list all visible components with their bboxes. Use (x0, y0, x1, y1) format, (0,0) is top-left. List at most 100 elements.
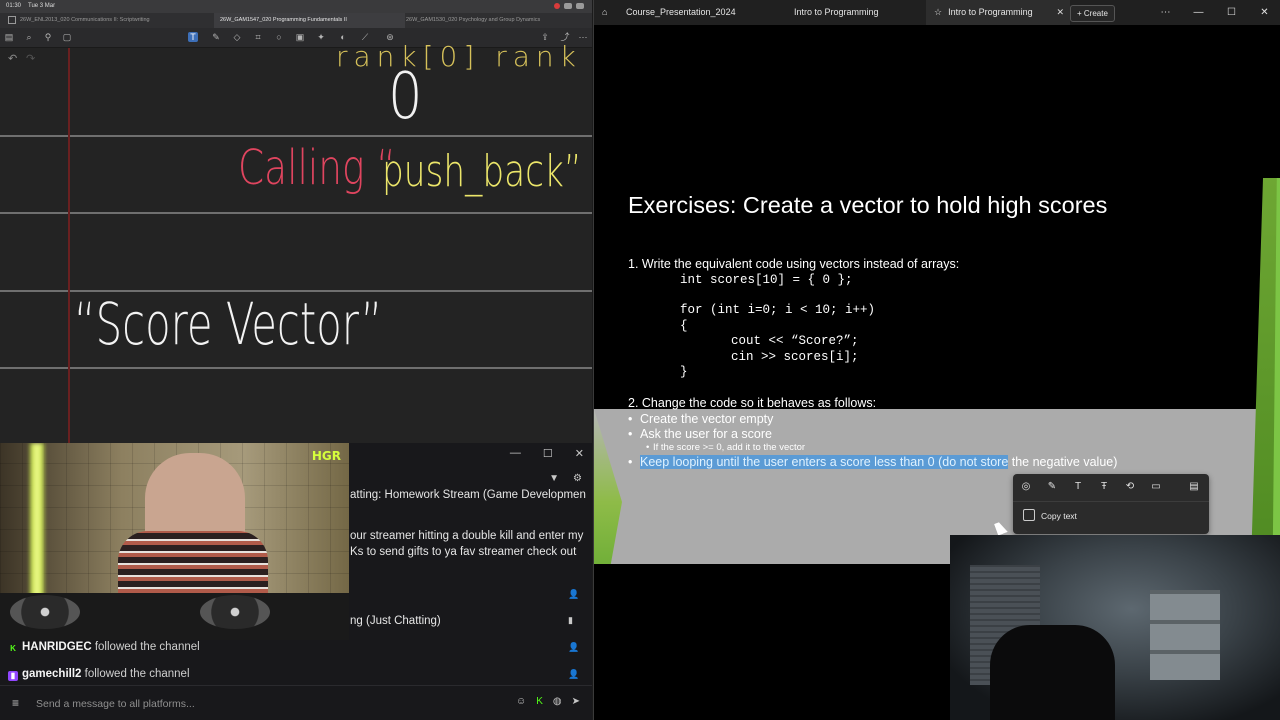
tab-scriptwriting[interactable]: 26W_ENL2013_020 Communications II: Scrip… (8, 13, 208, 28)
bullet-item: • Create the vector empty (628, 412, 774, 426)
maximize-icon[interactable]: ☐ (1215, 0, 1248, 25)
home-icon[interactable]: ⌂ (602, 0, 607, 25)
bookmark-icon[interactable]: ⚲ (43, 32, 53, 42)
user-follow-icon[interactable]: 👤 (568, 670, 579, 679)
status-time: 01:30 (6, 3, 22, 9)
context-toolbar: ◎ ✎ T Ŧ ⟲ ▭ ▤ (1013, 474, 1209, 498)
notes-tab-bar: 26W_ENL2013_020 Communications II: Scrip… (0, 13, 592, 28)
tab-psychology[interactable]: 26W_GAM1530_020 Psychology and Group Dyn… (406, 13, 588, 28)
strikethrough-icon[interactable]: Ŧ (1091, 481, 1117, 492)
translate-icon[interactable]: ⟲ (1117, 481, 1143, 492)
exercise-1: 1. Write the equivalent code using vecto… (628, 257, 960, 271)
shape-icon[interactable]: ○ (274, 32, 284, 42)
tab-course-presentation[interactable]: ⌂ Course_Presentation_2024 (602, 0, 756, 25)
webcam-room-feed (950, 535, 1280, 720)
turntable (200, 595, 270, 629)
office-chair (990, 625, 1115, 720)
follow-event: K HANRIDGEC followed the channel (8, 641, 200, 654)
ruled-line (0, 367, 592, 369)
code-line: for (int i=0; i < 10; i++) (680, 303, 876, 317)
undo-icon[interactable]: ↶ (8, 52, 17, 65)
eraser-icon[interactable]: ◇ (232, 32, 242, 42)
pen-icon[interactable]: ✎ (211, 32, 221, 42)
filter-icon[interactable]: ▼ (549, 473, 559, 484)
close-tab-icon[interactable]: ✕ (1056, 0, 1064, 25)
chat-toolbar: ▼ ⚙ (549, 473, 582, 484)
create-button[interactable]: + Create (1070, 5, 1115, 22)
notes-icon[interactable]: ▤ (1181, 481, 1207, 492)
chat-send-tools: ☺ K ◍ ➤ (516, 696, 580, 707)
chat-input-row: ≡ ☺ K ◍ ➤ (0, 685, 592, 720)
slide-title: Exercises: Create a vector to hold high … (628, 192, 1108, 218)
pages-icon[interactable]: ▢ (62, 32, 72, 42)
text-tool-icon[interactable]: T (188, 32, 198, 42)
minimize-icon[interactable]: — (1182, 0, 1215, 25)
chat-message-input[interactable] (36, 696, 496, 712)
star-icon[interactable]: ☆ (934, 0, 942, 25)
chat-message: our streamer hitting a double kill and e… (350, 530, 584, 542)
search-icon[interactable]: ⌕ (24, 32, 34, 42)
selected-text[interactable]: Keep looping until the user enters a sco… (640, 455, 1009, 469)
channel-logo: HGR (311, 449, 341, 463)
tab-programming-fundamentals[interactable]: 26W_GAM1547_020 Programming Fundamentals… (214, 13, 405, 28)
ruled-line (0, 135, 592, 137)
notes-app-pane: 01:30 Tue 3 Mar 26W_ENL2013_020 Communic… (0, 0, 592, 720)
minimize-icon[interactable]: — (510, 447, 521, 460)
status-date: Tue 3 Mar (28, 3, 56, 9)
handwriting-top: rank[0] rank (336, 40, 582, 73)
slide-canvas[interactable]: Exercises: Create a vector to hold high … (594, 178, 1280, 564)
user-follow-icon[interactable]: 👤 (568, 643, 579, 652)
lasso-icon[interactable]: ⌗ (253, 32, 263, 42)
draw-icon[interactable]: ✎ (1039, 481, 1065, 492)
ruled-line (0, 212, 592, 214)
maximize-icon[interactable]: ☐ (543, 447, 553, 460)
handwriting-zero: 0 (388, 60, 423, 134)
exercise-2: 2. Change the code so it behaves as foll… (628, 396, 877, 410)
code-line: cout << “Score?”; (731, 334, 859, 348)
turntable (10, 595, 80, 629)
viewer-tab-bar: ⌂ Course_Presentation_2024 Intro to Progr… (594, 0, 1280, 25)
code-line: { (680, 319, 688, 333)
code-line: int scores[10] = { 0 }; (680, 273, 853, 287)
note-page[interactable] (0, 48, 592, 443)
chat-window-controls: — ☐ ✕ (510, 447, 584, 460)
close-icon[interactable]: ✕ (575, 447, 584, 460)
status-indicators (554, 3, 584, 9)
tab-intro-programming[interactable]: Intro to Programming (786, 0, 924, 25)
handwriting-score-vector: “Score Vector” (74, 290, 383, 358)
close-icon[interactable]: ✕ (1248, 0, 1280, 25)
highlight-icon[interactable]: ▭ (1143, 481, 1169, 492)
sub-bullet-item: • If the score >= 0, add it to the vector (646, 442, 806, 453)
send-icon[interactable]: ➤ (572, 696, 580, 707)
twitch-icon: ▮ (8, 671, 18, 681)
more-options-icon[interactable]: ⋯ (1149, 0, 1182, 25)
info-icon[interactable]: ▮ (568, 616, 578, 625)
plus-icon: + (1077, 9, 1082, 18)
tab-intro-programming-active[interactable]: ☆ Intro to Programming ✕ (926, 0, 1070, 25)
kick-toggle-icon[interactable]: K (536, 696, 543, 707)
globe-icon[interactable]: ◍ (553, 696, 562, 707)
wifi-icon (564, 3, 572, 9)
image-icon[interactable]: ▣ (295, 32, 305, 42)
copy-icon (1023, 509, 1035, 521)
margin-line (68, 48, 70, 443)
redo-icon[interactable]: ↷ (26, 52, 35, 65)
comment-icon[interactable]: ◎ (1013, 481, 1039, 492)
window-controls: ⋯ — ☐ ✕ (1149, 0, 1280, 25)
home-icon[interactable] (8, 15, 16, 24)
copy-text-menu-item[interactable]: Copy text (1023, 509, 1077, 521)
settings-gear-icon[interactable]: ⚙ (573, 473, 582, 484)
kick-icon: K (8, 644, 18, 654)
user-follow-icon[interactable]: 👤 (568, 590, 579, 599)
emote-icon[interactable]: ☺ (516, 696, 526, 707)
handwriting-calling: Calling “ (238, 140, 396, 196)
sticker-icon[interactable]: ✦ (316, 32, 326, 42)
text-format-icon[interactable]: T (1065, 481, 1091, 492)
bullet-item: • Ask the user for a score (628, 427, 773, 441)
sidebar-icon[interactable]: ▤ (4, 32, 14, 42)
shelving-unit (1150, 590, 1220, 680)
code-line: } (680, 365, 688, 379)
battery-icon (576, 3, 584, 9)
hamburger-menu-icon[interactable]: ≡ (12, 696, 19, 710)
bullet-item-selected[interactable]: • Keep looping until the user enters a sc… (628, 455, 1117, 469)
